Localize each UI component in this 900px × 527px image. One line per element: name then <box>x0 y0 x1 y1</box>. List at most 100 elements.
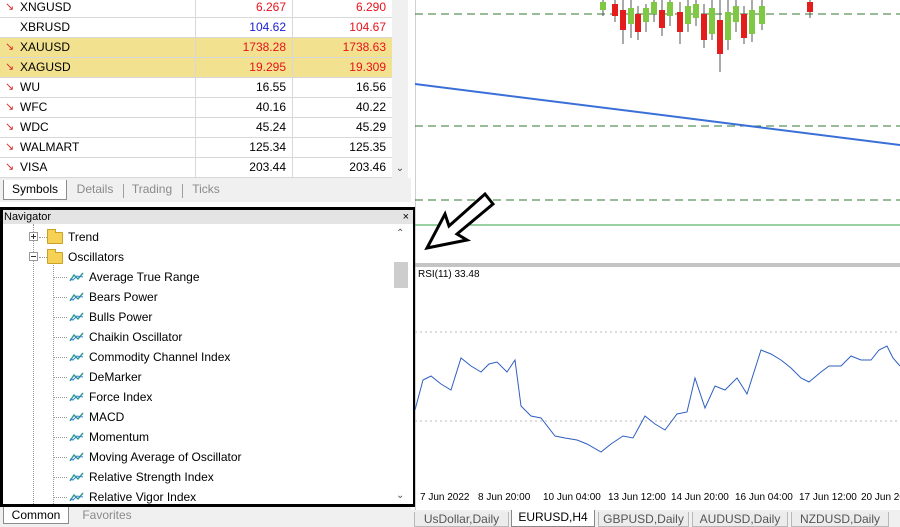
time-axis-label: 13 Jun 12:00 <box>608 492 666 503</box>
navigator-item[interactable]: Average True Range <box>89 267 200 287</box>
indicator-icon <box>69 311 85 323</box>
folder-icon <box>47 229 63 244</box>
navigator-item[interactable]: Moving Average of Oscillator <box>89 447 242 467</box>
candle-body <box>612 4 618 16</box>
symbol-name: XBRUSD <box>20 20 71 34</box>
down-arrow-icon: ↘ <box>5 101 15 113</box>
tab-symbols[interactable]: Symbols <box>3 180 67 200</box>
folder-icon <box>47 249 63 264</box>
time-axis-label: 8 Jun 20:00 <box>478 492 531 503</box>
symbol-row[interactable]: ↘ WDC 45.24 45.29 <box>0 118 392 138</box>
navigator-scroll-thumb[interactable] <box>394 262 408 288</box>
tree-line <box>54 357 67 358</box>
bid-price: 40.16 <box>195 98 288 118</box>
down-arrow-icon: ↘ <box>5 141 15 153</box>
candle-body <box>709 8 715 34</box>
down-arrow-icon <box>5 18 17 38</box>
tab-details[interactable]: Details <box>70 180 120 200</box>
bid-price: 203.44 <box>195 158 288 178</box>
candle-body <box>628 8 634 24</box>
indicator-icon <box>69 271 85 283</box>
symbol-row[interactable]: ↘ WU 16.55 16.56 <box>0 78 392 98</box>
symbol-row[interactable]: ↘ XAGUSD 19.295 19.309 <box>0 58 392 78</box>
navigator-item[interactable]: Chaikin Oscillator <box>89 327 182 347</box>
chart-tab[interactable]: AUDUSD,Daily <box>692 512 788 527</box>
indicator-icon <box>69 391 85 403</box>
tree-line <box>54 297 67 298</box>
navigator-item[interactable]: Relative Vigor Index <box>89 487 196 504</box>
chart-tab[interactable]: GBPUSD,Daily <box>598 512 689 527</box>
close-icon[interactable]: × <box>403 210 409 224</box>
navigator-item[interactable]: MACD <box>89 407 124 427</box>
scroll-up-icon[interactable]: ⌃ <box>396 228 404 239</box>
ask-price: 104.67 <box>292 18 388 38</box>
symbol-row[interactable]: ↘ XAUUSD 1738.28 1738.63 <box>0 38 392 58</box>
time-axis-label: 7 Jun 2022 <box>420 492 470 503</box>
down-arrow-icon: ↘ <box>5 121 15 133</box>
symbol-name: WDC <box>20 120 49 134</box>
bid-price: 1738.28 <box>195 38 288 58</box>
down-arrow-icon: ↘ <box>5 41 15 53</box>
collapse-icon[interactable] <box>29 252 38 261</box>
down-arrow-icon: ↘ <box>5 161 15 173</box>
candle-body <box>659 10 665 28</box>
ask-price: 6.290 <box>292 0 388 18</box>
navigator-item[interactable]: Momentum <box>89 427 149 447</box>
navigator-item[interactable]: Relative Strength Index <box>89 467 214 487</box>
time-axis-label: 10 Jun 04:00 <box>543 492 601 503</box>
tree-line <box>54 337 67 338</box>
scroll-down-icon[interactable]: ⌄ <box>396 490 404 501</box>
scroll-down-icon[interactable]: ⌄ <box>394 163 406 177</box>
navigator-item[interactable]: Bears Power <box>89 287 158 307</box>
tree-line <box>54 477 67 478</box>
navigator-item[interactable]: Commodity Channel Index <box>89 347 230 367</box>
tab-ticks[interactable]: Ticks <box>186 180 226 200</box>
tree-line <box>54 377 67 378</box>
symbol-row[interactable]: ↘ WALMART 125.34 125.35 <box>0 138 392 158</box>
expand-icon[interactable] <box>29 232 38 241</box>
time-axis-label: 14 Jun 20:00 <box>671 492 729 503</box>
chart-tab[interactable]: NZDUSD,Daily <box>791 512 889 527</box>
tab-common[interactable]: Common <box>3 507 69 524</box>
chart-tab[interactable]: UsDollar,Daily <box>414 512 509 527</box>
ask-price: 125.35 <box>292 138 388 158</box>
chart-area[interactable]: RSI(11) 33.48 7 Jun 2022 8 Jun 20:00 10 Ju… <box>415 0 900 510</box>
indicator-icon <box>69 491 85 503</box>
ask-price: 40.22 <box>292 98 388 118</box>
tab-favorites[interactable]: Favorites <box>75 507 139 524</box>
candle-body <box>741 14 747 38</box>
navigator-item[interactable]: Force Index <box>89 387 152 407</box>
symbol-row[interactable]: ↘ WFC 40.16 40.22 <box>0 98 392 118</box>
navigator-title-bar: Navigator × <box>3 210 413 224</box>
chart-canvas[interactable] <box>415 0 900 510</box>
navigator-panel: Navigator × Trend Oscillators Average True… <box>0 207 416 507</box>
tree-line <box>33 224 34 504</box>
navigator-item[interactable]: Bulls Power <box>89 307 152 327</box>
symbol-row[interactable]: ↘ XNGUSD 6.267 6.290 <box>0 0 392 18</box>
down-arrow-icon: ↘ <box>5 81 15 93</box>
candle-body <box>667 2 673 16</box>
indicator-icon <box>69 431 85 443</box>
chart-tab[interactable]: EURUSD,H4 <box>511 510 595 527</box>
symbol-row[interactable]: ↘ VISA 203.44 203.46 <box>0 158 392 178</box>
indicator-icon <box>69 411 85 423</box>
time-axis-label: 20 Jun 20:00 <box>861 492 900 503</box>
time-axis-label: 16 Jun 04:00 <box>735 492 793 503</box>
candle-body <box>701 14 707 40</box>
symbol-name: XNGUSD <box>20 0 72 14</box>
candle-body <box>685 6 691 24</box>
candle-body <box>725 12 731 40</box>
navigator-folder-oscillators[interactable]: Oscillators <box>68 247 124 267</box>
navigator-item[interactable]: DeMarker <box>89 367 142 387</box>
tree-line <box>53 262 54 504</box>
time-axis-label: 17 Jun 12:00 <box>799 492 857 503</box>
symbol-row[interactable]: XBRUSD 104.62 104.67 <box>0 18 392 38</box>
ask-price: 19.309 <box>292 58 388 78</box>
navigator-folder-trend[interactable]: Trend <box>68 227 99 247</box>
indicator-icon <box>69 371 85 383</box>
market-watch-scrollbar[interactable] <box>392 0 408 178</box>
candle-body <box>717 20 723 54</box>
tab-trading[interactable]: Trading <box>126 180 178 200</box>
market-watch: ↘ XNGUSD 6.267 6.290 XBRUSD 104.62 104.67 ↘ XAUU… <box>0 0 411 178</box>
tree-line <box>39 257 47 258</box>
